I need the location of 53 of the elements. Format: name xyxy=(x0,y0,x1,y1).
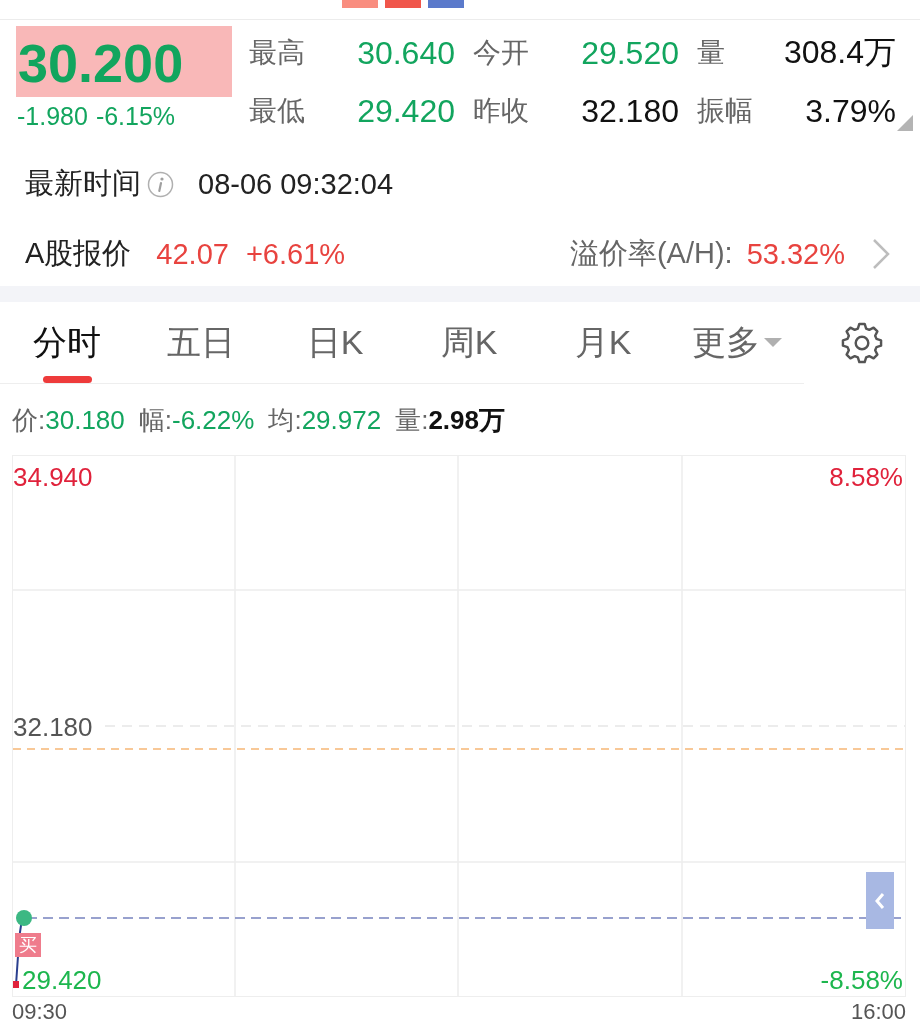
tab[interactable]: 分时 xyxy=(0,302,134,383)
side-panel-button[interactable] xyxy=(866,872,894,929)
tab[interactable]: 五日 xyxy=(134,302,268,383)
premium-value: 53.32% xyxy=(746,237,845,271)
tab[interactable]: 月K xyxy=(536,302,670,383)
time-axis-label: 09:30 xyxy=(12,1000,68,1024)
stat-label: 今开 xyxy=(473,36,529,70)
price-change: -1.980 xyxy=(17,101,88,131)
summary-label: 均: xyxy=(268,405,302,435)
stat-value: 308.4万 xyxy=(783,33,896,72)
buy-signal-label: 买 xyxy=(15,933,41,957)
summary-value: 29.972 xyxy=(301,405,382,435)
tab[interactable]: 日K xyxy=(268,302,402,383)
price-scale-label: 29.420 xyxy=(22,967,102,994)
summary-value: 2.98万 xyxy=(428,405,505,435)
stat-label: 振幅 xyxy=(697,94,753,128)
price-scale-label: 32.180 xyxy=(13,714,93,741)
a-share-change: +6.61% xyxy=(245,237,346,271)
stat-value: 3.79% xyxy=(805,92,896,130)
stat-label: 最高 xyxy=(249,36,305,70)
stat-value: 32.180 xyxy=(581,92,679,130)
a-share-label: A股报价 xyxy=(25,236,132,271)
a-share-price: 42.07 xyxy=(156,237,229,271)
settings-icon[interactable] xyxy=(841,322,883,364)
tab[interactable]: 更多 xyxy=(670,302,804,383)
stat-label: 昨收 xyxy=(473,94,529,128)
chevron-right-icon[interactable] xyxy=(872,238,890,270)
premium-label: 溢价率(A/H): xyxy=(569,236,733,271)
stat-label: 量 xyxy=(697,36,725,70)
time-axis-label: 16:00 xyxy=(850,1000,906,1024)
corner-triangle-icon[interactable] xyxy=(897,115,913,131)
price-dot-icon xyxy=(16,910,32,926)
stat-label: 最低 xyxy=(249,94,305,128)
update-time: 08-06 09:32:04 xyxy=(198,167,394,201)
percent-scale-label: 8.58% xyxy=(829,464,903,491)
caret-icon xyxy=(764,337,782,348)
time-label: 最新时间 xyxy=(25,166,141,201)
last-price: 30.200 xyxy=(16,26,232,97)
stat-value: 30.640 xyxy=(357,34,455,72)
tab[interactable]: 周K xyxy=(402,302,536,383)
stat-value: 29.420 xyxy=(357,92,455,130)
info-icon[interactable] xyxy=(147,170,174,198)
summary-label: 量: xyxy=(395,405,429,435)
price-scale-label: 34.940 xyxy=(13,464,93,491)
summary-value: -6.22% xyxy=(172,405,255,435)
percent-scale-label: -8.58% xyxy=(820,967,903,994)
summary-label: 价: xyxy=(12,405,46,435)
chevron-left-icon xyxy=(875,891,885,910)
summary-label: 幅: xyxy=(138,405,172,435)
percent-change: -6.15% xyxy=(95,101,176,131)
summary-value: 30.180 xyxy=(45,405,125,435)
stat-value: 29.520 xyxy=(581,34,679,72)
marker-icon xyxy=(13,981,19,988)
